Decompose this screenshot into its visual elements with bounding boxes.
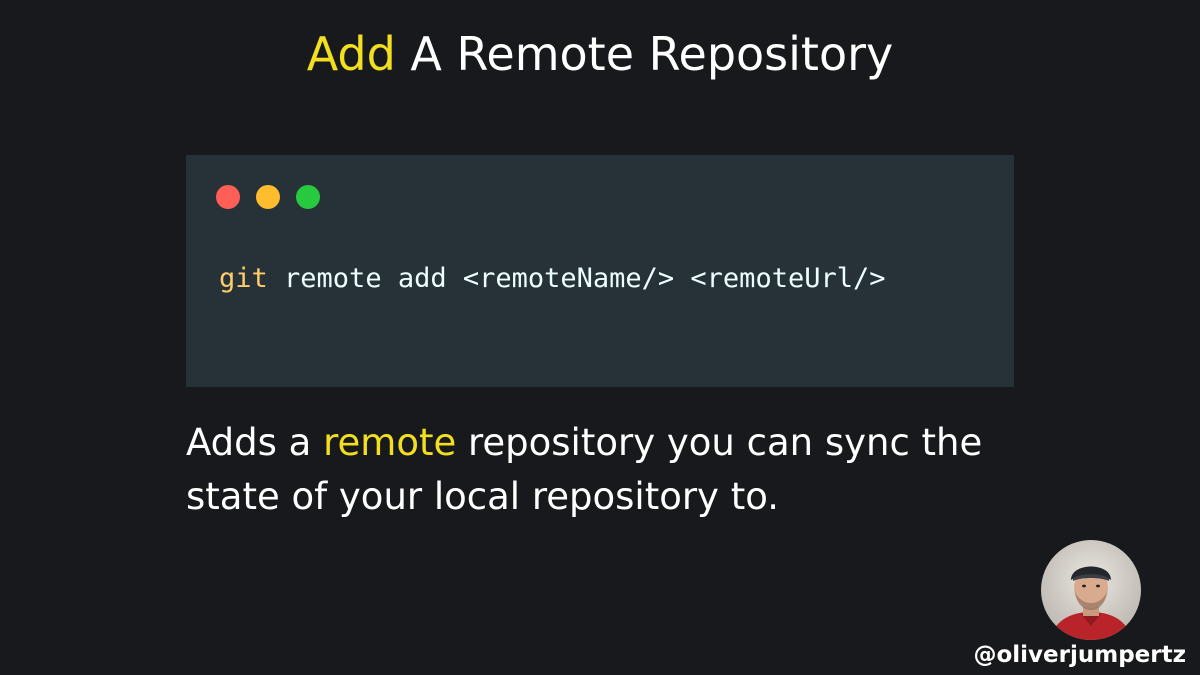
author-avatar bbox=[1041, 540, 1141, 640]
author-portrait-icon bbox=[1041, 540, 1141, 640]
description-accent-word: remote bbox=[323, 421, 457, 464]
title-rest: A Remote Repository bbox=[395, 27, 894, 81]
window-close-dot-icon bbox=[216, 185, 240, 209]
window-minimize-dot-icon bbox=[256, 185, 280, 209]
title-accent-word: Add bbox=[306, 27, 396, 81]
author-handle: @oliverjumpertz bbox=[973, 642, 1186, 668]
code-arguments: remote add <remoteName/> <remoteUrl/> bbox=[267, 263, 886, 294]
slide-title: Add A Remote Repository bbox=[0, 26, 1200, 82]
window-maximize-dot-icon bbox=[296, 185, 320, 209]
code-command: git bbox=[219, 263, 268, 294]
description-text: Adds a remote repository you can sync th… bbox=[186, 416, 1014, 524]
code-snippet: git remote add <remoteName/> <remoteUrl/… bbox=[219, 261, 886, 297]
description-before: Adds a bbox=[186, 421, 324, 464]
